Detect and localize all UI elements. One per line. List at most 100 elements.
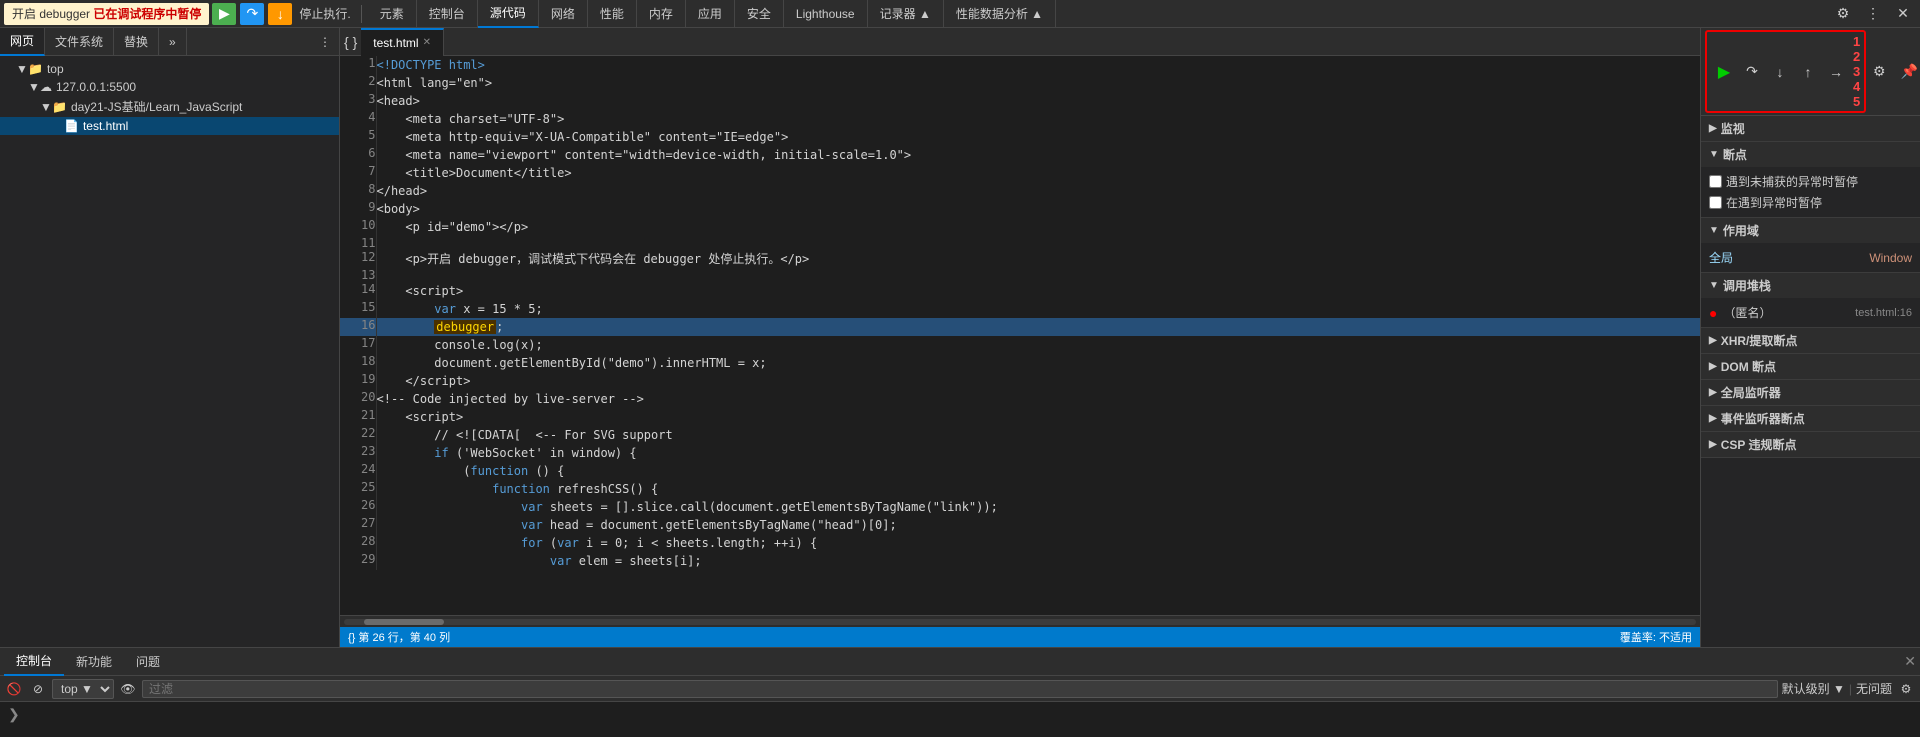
close-devtools-icon[interactable]: ✕ — [1890, 3, 1916, 25]
step-into-button[interactable]: ↓ — [268, 3, 292, 25]
left-more-options[interactable]: ⋮ — [311, 35, 339, 49]
tab-console-bottom[interactable]: 控制台 — [4, 648, 64, 676]
section-monitor-label: 监视 — [1721, 120, 1745, 137]
arrow-dom: ▶ — [1709, 361, 1717, 372]
checkbox-uncaught[interactable] — [1709, 175, 1722, 188]
tree-item-file[interactable]: 📄 test.html — [0, 117, 339, 135]
pin-icon[interactable]: 📌 — [1896, 61, 1920, 83]
clear-console-icon[interactable]: 🚫 — [4, 679, 24, 699]
line-code: var elem = sheets[i]; — [376, 552, 1700, 570]
tree-label-folder: day21-JS基础/Learn_JavaScript — [71, 98, 242, 115]
editor-tab-test-html[interactable]: test.html ✕ — [361, 28, 444, 56]
tab-more[interactable]: » — [159, 28, 187, 56]
tab-lighthouse[interactable]: Lighthouse — [784, 0, 868, 28]
arrow-breakpoints: ▼ — [1709, 149, 1719, 160]
bottom-tabs: 控制台 新功能 问题 ✕ — [0, 648, 1920, 676]
tab-perf-insights[interactable]: 性能数据分析 ▲ — [944, 0, 1056, 28]
step-in-ctrl-button[interactable]: ↓ — [1767, 61, 1793, 83]
tree-label-top: top — [47, 62, 64, 76]
console-prompt: ❯ — [8, 706, 20, 723]
line-number: 8 — [340, 182, 376, 200]
line-code: </script> — [376, 372, 1700, 390]
section-xhr: ▶ XHR/提取断点 — [1701, 328, 1920, 354]
level-label[interactable]: 默认级别 ▼ — [1782, 680, 1845, 697]
section-breakpoints: ▼ 断点 遇到未捕获的异常时暂停 在遇到异常时暂停 — [1701, 142, 1920, 218]
arrow-xhr: ▶ — [1709, 335, 1717, 346]
step-ctrl-button[interactable]: → — [1823, 61, 1849, 83]
section-dom-header[interactable]: ▶ DOM 断点 — [1701, 354, 1920, 379]
tab-elements[interactable]: 元素 — [368, 0, 417, 28]
line-number: 17 — [340, 336, 376, 354]
top-selector[interactable]: top ▼ — [52, 679, 114, 699]
resume-ctrl-button[interactable]: ▶ — [1711, 61, 1737, 83]
line-code: <head> — [376, 92, 1700, 110]
filter-input[interactable] — [142, 680, 1778, 698]
section-csp: ▶ CSP 违规断点 — [1701, 432, 1920, 458]
section-scope: ▼ 作用域 全局 Window — [1701, 218, 1920, 273]
tree-label-file: test.html — [83, 119, 128, 133]
horizontal-scrollbar[interactable] — [340, 615, 1700, 627]
tab-filesystem[interactable]: 文件系统 — [45, 28, 114, 56]
section-callstack-label: 调用堆栈 — [1723, 277, 1771, 294]
tab-sources[interactable]: 源代码 — [478, 0, 539, 28]
more-options-icon[interactable]: ⋮ — [1860, 3, 1886, 25]
tab-close-icon[interactable]: ✕ — [423, 37, 431, 48]
tab-webpage[interactable]: 网页 — [0, 28, 45, 56]
tab-console[interactable]: 控制台 — [417, 0, 478, 28]
settings-icon[interactable]: ⚙ — [1830, 3, 1856, 25]
section-callstack-header[interactable]: ▼ 调用堆栈 — [1701, 273, 1920, 298]
code-area[interactable]: 1<!DOCTYPE html>2<html lang="en">3<head>… — [340, 56, 1700, 615]
checkbox-caught[interactable] — [1709, 196, 1722, 209]
section-dom: ▶ DOM 断点 — [1701, 354, 1920, 380]
line-code: debugger; — [376, 318, 1700, 336]
section-event-header[interactable]: ▶ 事件监听器断点 — [1701, 406, 1920, 431]
tree-label-server: 127.0.0.1:5500 — [56, 80, 136, 94]
settings-console-icon[interactable]: ⚙ — [1896, 679, 1916, 699]
tab-network[interactable]: 网络 — [539, 0, 588, 28]
step-over-button[interactable]: ↷ — [240, 3, 264, 25]
section-breakpoints-header[interactable]: ▼ 断点 — [1701, 142, 1920, 167]
tab-memory[interactable]: 内存 — [637, 0, 686, 28]
settings-right-icon[interactable]: ⚙ — [1866, 61, 1892, 83]
tree-item-top[interactable]: ▼ 📁 top — [0, 60, 339, 78]
left-panel: 网页 文件系统 替换 » ⋮ ▼ 📁 top ▼ ☁ 127.0.0.1:550… — [0, 28, 340, 647]
bottom-close-icon[interactable]: ✕ — [1904, 653, 1916, 670]
tab-application[interactable]: 应用 — [686, 0, 735, 28]
tab-performance[interactable]: 性能 — [588, 0, 637, 28]
line-code — [376, 236, 1700, 250]
code-table: 1<!DOCTYPE html>2<html lang="en">3<head>… — [340, 56, 1700, 570]
line-number: 1 — [340, 56, 376, 74]
step-over-ctrl-button[interactable]: ↷ — [1739, 61, 1765, 83]
section-global-header[interactable]: ▶ 全局监听器 — [1701, 380, 1920, 405]
tab-overrides[interactable]: 替换 — [114, 28, 159, 56]
debug-open-label: 开启 debugger — [12, 5, 90, 22]
debug-message: 开启 debugger 已在调试程序中暂停 — [4, 3, 209, 25]
tab-new-features[interactable]: 新功能 — [64, 648, 124, 676]
section-monitor-header[interactable]: ▶ 监视 — [1701, 116, 1920, 141]
exec-button[interactable]: ⊘ — [28, 679, 48, 699]
section-scope-header[interactable]: ▼ 作用域 — [1701, 218, 1920, 243]
tree-item-folder[interactable]: ▼ 📁 day21-JS基础/Learn_JavaScript — [0, 96, 339, 117]
line-number: 14 — [340, 282, 376, 300]
line-code: function refreshCSS() { — [376, 480, 1700, 498]
line-code — [376, 268, 1700, 282]
line-code: var x = 15 * 5; — [376, 300, 1700, 318]
section-breakpoints-body: 遇到未捕获的异常时暂停 在遇到异常时暂停 — [1701, 167, 1920, 217]
tab-security[interactable]: 安全 — [735, 0, 784, 28]
tab-recorder[interactable]: 记录器 ▲ — [868, 0, 944, 28]
line-code: console.log(x); — [376, 336, 1700, 354]
eye-icon[interactable]: 👁 — [118, 679, 138, 699]
tab-issues[interactable]: 问题 — [124, 648, 172, 676]
line-code: <title>Document</title> — [376, 164, 1700, 182]
tree-item-server[interactable]: ▼ ☁ 127.0.0.1:5500 — [0, 78, 339, 96]
scroll-thumb[interactable] — [364, 619, 444, 625]
line-number: 20 — [340, 390, 376, 408]
bottom-panel: 控制台 新功能 问题 ✕ 🚫 ⊘ top ▼ 👁 默认级别 ▼ | 无问题 ⚙ … — [0, 647, 1920, 737]
section-breakpoints-label: 断点 — [1723, 146, 1747, 163]
resume-button[interactable]: ▶ — [212, 3, 236, 25]
step-out-ctrl-button[interactable]: ↑ — [1795, 61, 1821, 83]
section-xhr-header[interactable]: ▶ XHR/提取断点 — [1701, 328, 1920, 353]
right-settings: ⚙ 📌 — [1866, 61, 1920, 83]
section-csp-header[interactable]: ▶ CSP 违规断点 — [1701, 432, 1920, 457]
line-code: <html lang="en"> — [376, 74, 1700, 92]
